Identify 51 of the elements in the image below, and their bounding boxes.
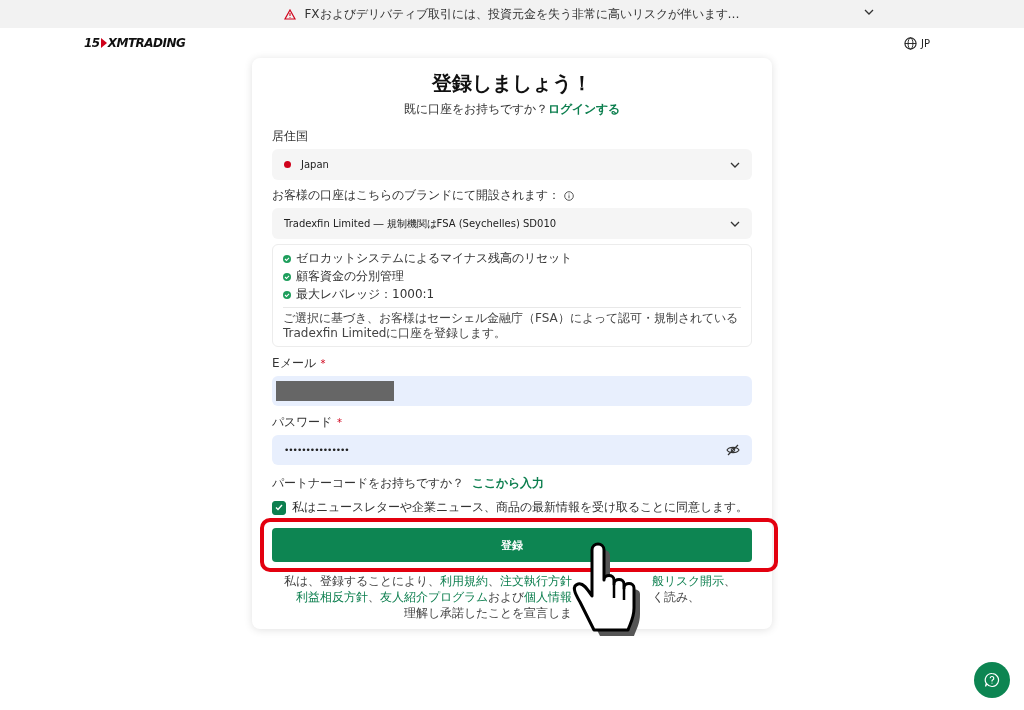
consent-text: 、 xyxy=(724,574,736,589)
chevron-down-icon[interactable] xyxy=(864,9,874,15)
field-label: パスワード xyxy=(272,414,332,431)
policy-link[interactable]: 個人情報 xyxy=(524,590,572,605)
register-button[interactable]: 登録 xyxy=(272,528,752,562)
required-mark: * xyxy=(320,359,326,368)
login-prompt: 既に口座をお持ちですか？ xyxy=(404,102,548,116)
partner-code-link[interactable]: ここから入力 xyxy=(472,475,544,492)
consent-text: 私は、登録することにより、 xyxy=(284,574,440,589)
brand-select[interactable]: Tradexfin Limited ― 規制機関はFSA (Seychelles) SD010 xyxy=(272,208,752,239)
required-mark: * xyxy=(337,418,342,427)
feature-text: 顧客資金の分別管理 xyxy=(296,268,404,285)
newsletter-label: 私はニュースレターや企業ニュース、商品の最新情報を受け取ることに同意します。 xyxy=(292,499,748,516)
partner-prompt: パートナーコードをお持ちですか？ xyxy=(272,475,464,492)
eye-off-icon[interactable] xyxy=(726,444,740,456)
risk-banner[interactable]: FXおよびデリバティブ取引には、投資元金を失う非常に高いリスクが伴います… xyxy=(0,0,1024,28)
logo[interactable]: 15 XMTRADING xyxy=(84,36,186,50)
consent-text: および xyxy=(488,590,524,605)
policy-link[interactable]: 利用規約 xyxy=(440,574,488,589)
feature-text: 最大レバレッジ：1000:1 xyxy=(296,286,435,303)
warning-icon xyxy=(284,8,297,20)
field-label: Eメール xyxy=(272,355,316,372)
form-title: 登録しましょう！ xyxy=(431,70,593,97)
flag-icon xyxy=(284,161,291,168)
feature-text: ゼロカットシステムによるマイナス残高のリセット xyxy=(296,250,572,267)
brand-note: ご選択に基づき、お客様はセーシェル金融庁（FSA）によって認可・規制されているTradexfin Limitedに口座を登録します。 xyxy=(283,311,739,341)
newsletter-checkbox[interactable] xyxy=(272,500,286,515)
consent-text: く読み、 xyxy=(652,590,700,605)
help-chat-button[interactable] xyxy=(974,662,1010,698)
login-link[interactable]: ログインする xyxy=(548,102,620,116)
policy-link[interactable]: 友人紹介プログラム xyxy=(380,590,488,605)
info-icon[interactable] xyxy=(564,190,574,201)
field-label: 居住国 xyxy=(272,128,308,145)
consent-text: 理解し承諾したことを宣言しま xyxy=(404,606,572,621)
check-circle-icon xyxy=(283,272,291,281)
risk-warning-text: FXおよびデリバティブ取引には、投資元金を失う非常に高いリスクが伴います… xyxy=(304,5,740,23)
policy-link[interactable]: 注文執行方針 xyxy=(500,574,572,589)
checkmark-icon xyxy=(275,504,283,511)
password-field[interactable]: ••••••••••••••• xyxy=(272,435,752,465)
help-chat-icon xyxy=(984,672,1000,688)
email-field[interactable] xyxy=(272,376,752,406)
policy-link[interactable]: 般リスク開示 xyxy=(652,574,724,589)
chevron-down-icon xyxy=(730,220,740,227)
check-circle-icon xyxy=(283,290,291,299)
country-select[interactable]: Japan xyxy=(272,149,752,180)
chevron-down-icon xyxy=(730,161,740,168)
check-circle-icon xyxy=(283,254,291,263)
field-label: お客様の口座はこちらのブランドにて開設されます： xyxy=(272,187,560,204)
policy-link[interactable]: 利益相反方針 xyxy=(296,590,368,605)
consent-text: 、 xyxy=(488,574,500,589)
consent-text: 、 xyxy=(368,590,380,605)
